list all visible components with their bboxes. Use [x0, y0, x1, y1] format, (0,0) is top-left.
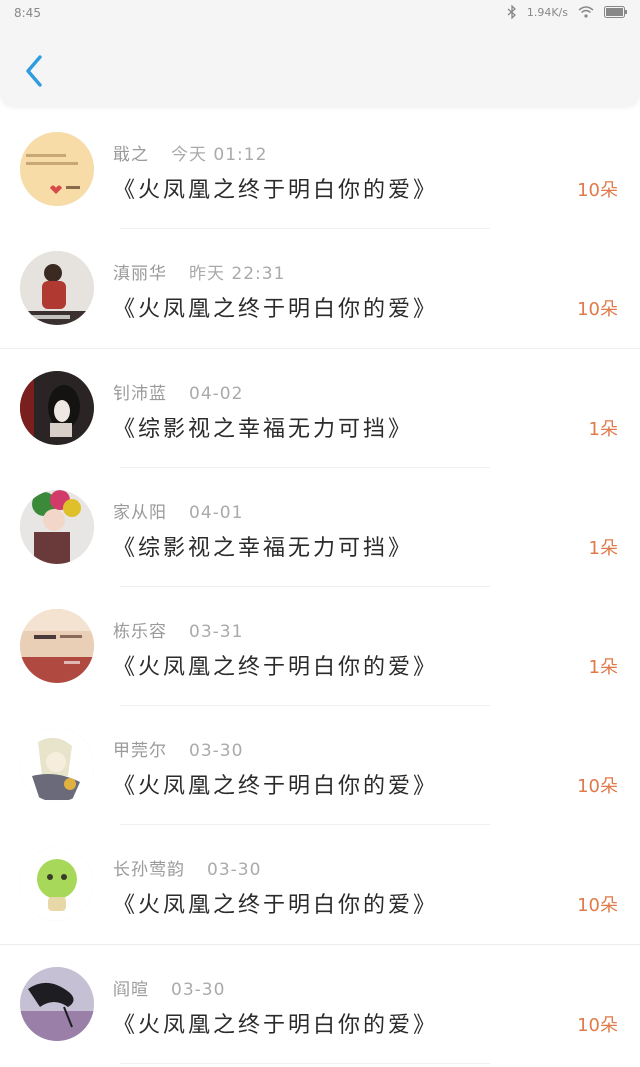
item-time: 03-30 [189, 741, 244, 761]
back-button[interactable] [18, 54, 50, 88]
flower-count: 10朵 [577, 776, 618, 797]
divider [120, 1063, 490, 1064]
book-title: 《综影视之幸福无力可挡》 [113, 536, 414, 561]
wifi-icon [578, 6, 594, 18]
user-name: 长孙莺韵 [113, 860, 185, 880]
avatar[interactable] [20, 609, 94, 683]
book-title: 《综影视之幸福无力可挡》 [113, 417, 414, 442]
top-navigation-bar [0, 28, 640, 106]
status-icons: 1.94K/s [507, 5, 628, 19]
flower-count: 1朵 [588, 657, 618, 678]
flower-count: 1朵 [588, 538, 618, 559]
user-name: 阎暄 [113, 980, 149, 1000]
list-item[interactable]: 阎暄 03-30 《火凤凰之终于明白你的爱》 10朵 [0, 945, 640, 1064]
flower-count: 10朵 [577, 299, 618, 320]
book-title: 《火凤凰之终于明白你的爱》 [113, 774, 439, 799]
item-time: 03-30 [207, 860, 262, 880]
book-title: 《火凤凰之终于明白你的爱》 [113, 297, 439, 322]
book-title: 《火凤凰之终于明白你的爱》 [113, 655, 439, 680]
item-time: 04-02 [189, 384, 244, 404]
gift-record-list: 戢之 今天 01:12 《火凤凰之终于明白你的爱》 10朵 滇丽华 昨天 22:31… [0, 110, 640, 1064]
list-item[interactable]: 戢之 今天 01:12 《火凤凰之终于明白你的爱》 10朵 [0, 110, 640, 229]
network-speed: 1.94K/s [526, 5, 568, 19]
item-meta: 滇丽华 昨天 22:31 [113, 259, 285, 284]
status-bar: 8:45 1.94K/s [0, 0, 640, 28]
avatar[interactable] [20, 251, 94, 325]
chevron-left-icon [26, 55, 42, 87]
item-meta: 栋乐容 03-31 [113, 617, 243, 642]
list-item[interactable]: 滇丽华 昨天 22:31 《火凤凰之终于明白你的爱》 10朵 [0, 229, 640, 349]
list-item[interactable]: 栋乐容 03-31 《火凤凰之终于明白你的爱》 1朵 [0, 587, 640, 706]
avatar[interactable] [20, 490, 94, 564]
book-title: 《火凤凰之终于明白你的爱》 [113, 893, 439, 918]
flower-count: 1朵 [588, 419, 618, 440]
avatar[interactable] [20, 728, 94, 802]
status-time: 8:45 [14, 6, 41, 20]
flower-count: 10朵 [577, 1015, 618, 1036]
item-meta: 钊沛蓝 04-02 [113, 379, 243, 404]
item-meta: 甲莞尔 03-30 [113, 736, 243, 761]
book-title: 《火凤凰之终于明白你的爱》 [113, 178, 439, 203]
list-item[interactable]: 甲莞尔 03-30 《火凤凰之终于明白你的爱》 10朵 [0, 706, 640, 825]
user-name: 甲莞尔 [113, 741, 167, 761]
bluetooth-icon [507, 5, 517, 19]
book-title: 《火凤凰之终于明白你的爱》 [113, 1013, 439, 1038]
item-meta: 阎暄 03-30 [113, 975, 225, 1000]
item-time: 03-30 [171, 980, 226, 1000]
flower-count: 10朵 [577, 180, 618, 201]
item-meta: 家从阳 04-01 [113, 498, 243, 523]
avatar[interactable] [20, 967, 94, 1041]
avatar[interactable] [20, 847, 94, 921]
list-item[interactable]: 家从阳 04-01 《综影视之幸福无力可挡》 1朵 [0, 468, 640, 587]
user-name: 钊沛蓝 [113, 384, 167, 404]
list-item[interactable]: 钊沛蓝 04-02 《综影视之幸福无力可挡》 1朵 [0, 349, 640, 468]
item-meta: 戢之 今天 01:12 [113, 140, 267, 165]
user-name: 滇丽华 [113, 264, 167, 284]
item-time: 04-01 [189, 503, 244, 523]
item-time: 03-31 [189, 622, 244, 642]
list-item[interactable]: 长孙莺韵 03-30 《火凤凰之终于明白你的爱》 10朵 [0, 825, 640, 945]
item-time: 今天 01:12 [171, 145, 268, 165]
item-time: 昨天 22:31 [189, 264, 286, 284]
flower-count: 10朵 [577, 895, 618, 916]
user-name: 栋乐容 [113, 622, 167, 642]
battery-icon [604, 6, 628, 18]
user-name: 戢之 [113, 145, 149, 165]
item-meta: 长孙莺韵 03-30 [113, 855, 261, 880]
avatar[interactable] [20, 132, 94, 206]
user-name: 家从阳 [113, 503, 167, 523]
avatar[interactable] [20, 371, 94, 445]
